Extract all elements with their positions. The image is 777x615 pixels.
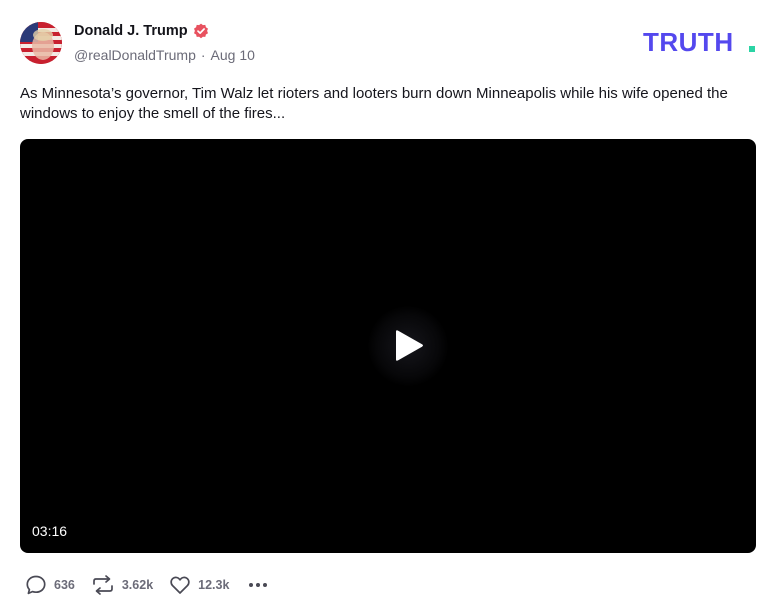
avatar[interactable] <box>20 22 62 64</box>
logo-dot <box>749 46 755 52</box>
more-options-button[interactable] <box>247 574 269 596</box>
display-name[interactable]: Donald J. Trump <box>74 23 188 39</box>
avatar-image <box>20 22 62 64</box>
truth-logo[interactable]: TRUTH <box>643 27 757 59</box>
reply-count: 636 <box>54 578 75 592</box>
like-button[interactable]: 12.3k <box>169 574 229 596</box>
video-player[interactable]: 03:16 <box>20 139 756 553</box>
like-count: 12.3k <box>198 578 230 592</box>
name-row: Donald J. Trump <box>74 23 209 39</box>
heart-icon <box>170 576 190 594</box>
reply-icon <box>26 575 46 595</box>
retruth-count: 3.62k <box>121 578 154 592</box>
logo-text: TRUTH <box>643 30 734 54</box>
video-duration: 03:16 <box>32 523 68 539</box>
author-handle[interactable]: @realDonaldTrump <box>74 47 196 63</box>
handle-row: @realDonaldTrump · Aug 10 <box>74 47 255 63</box>
reply-button[interactable]: 636 <box>25 574 75 596</box>
play-icon <box>396 330 423 361</box>
post-body-text: As Minnesota’s governor, Tim Walz let ri… <box>20 85 728 122</box>
play-button[interactable] <box>368 306 448 386</box>
more-icon <box>249 583 268 587</box>
verified-badge-icon <box>193 23 209 39</box>
truth-logo-mark: TRUTH <box>643 27 755 57</box>
post-date[interactable]: Aug 10 <box>211 47 255 63</box>
handle-separator: · <box>200 47 206 63</box>
retruth-button[interactable]: 3.62k <box>91 574 153 596</box>
retruth-icon <box>93 575 113 595</box>
post-actions: 636 3.62k 12.3k <box>25 574 269 596</box>
truth-post: Donald J. Trump @realDonaldTrump · Aug 1… <box>0 0 777 615</box>
